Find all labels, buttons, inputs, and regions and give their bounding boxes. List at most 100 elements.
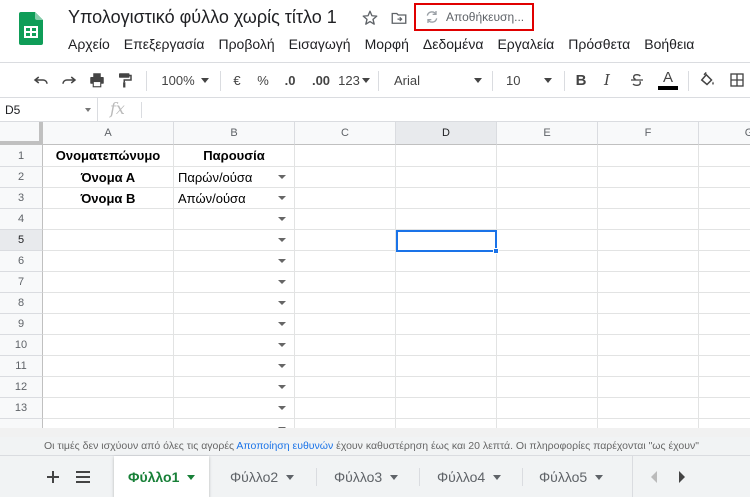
dropdown-arrow-icon[interactable] xyxy=(278,217,286,221)
cell[interactable] xyxy=(497,398,598,419)
dropdown-arrow-icon[interactable] xyxy=(278,406,286,410)
cell[interactable] xyxy=(396,398,497,419)
dropdown-arrow-icon[interactable] xyxy=(278,196,286,200)
cell[interactable] xyxy=(598,398,699,419)
cell[interactable] xyxy=(497,188,598,209)
column-header-e[interactable]: E xyxy=(497,122,598,145)
column-header-c[interactable]: C xyxy=(295,122,396,145)
row-header[interactable]: 9 xyxy=(0,314,43,335)
text-color-button[interactable]: A xyxy=(656,63,680,97)
dropdown-arrow-icon[interactable] xyxy=(278,343,286,347)
move-to-folder-icon[interactable] xyxy=(389,8,409,28)
cell[interactable] xyxy=(699,167,750,188)
borders-icon[interactable] xyxy=(726,63,748,97)
cell[interactable] xyxy=(598,145,699,167)
cell[interactable] xyxy=(396,293,497,314)
cell[interactable] xyxy=(295,398,396,419)
row-header[interactable]: 12 xyxy=(0,377,43,398)
active-cell-selection[interactable] xyxy=(396,230,499,254)
cell[interactable] xyxy=(43,377,174,398)
cell[interactable] xyxy=(598,272,699,293)
row-header[interactable]: 13 xyxy=(0,398,43,419)
cell[interactable] xyxy=(295,335,396,356)
redo-icon[interactable] xyxy=(58,63,80,97)
add-sheet-button[interactable] xyxy=(42,466,64,488)
menu-insert[interactable]: Εισαγωγή xyxy=(289,35,358,53)
cell[interactable] xyxy=(396,251,497,272)
print-icon[interactable] xyxy=(86,63,108,97)
cell[interactable] xyxy=(699,398,750,419)
star-icon[interactable] xyxy=(360,8,380,28)
dropdown-arrow-icon[interactable] xyxy=(278,301,286,305)
cell[interactable] xyxy=(43,251,174,272)
cell[interactable] xyxy=(598,167,699,188)
formula-input[interactable] xyxy=(148,98,750,122)
cell[interactable] xyxy=(699,209,750,230)
menu-tools[interactable]: Εργαλεία xyxy=(497,35,561,53)
row-header[interactable]: 7 xyxy=(0,272,43,293)
cell[interactable] xyxy=(396,209,497,230)
decrease-decimal-button[interactable]: .0 xyxy=(280,63,300,97)
cell[interactable] xyxy=(497,145,598,167)
cell[interactable] xyxy=(396,356,497,377)
dropdown-cell[interactable] xyxy=(174,230,295,251)
cell[interactable] xyxy=(497,293,598,314)
italic-button[interactable]: I xyxy=(598,63,616,97)
dropdown-cell[interactable] xyxy=(174,251,295,272)
dropdown-arrow-icon[interactable] xyxy=(278,259,286,263)
sheet-tab-1[interactable]: Φύλλο1 xyxy=(114,456,210,497)
cell[interactable] xyxy=(295,272,396,293)
row-header[interactable]: 5 xyxy=(0,230,43,251)
cell[interactable] xyxy=(43,230,174,251)
cell[interactable] xyxy=(497,314,598,335)
cell[interactable] xyxy=(497,251,598,272)
cell[interactable] xyxy=(598,188,699,209)
cell-attendance[interactable]: Παρών/ούσα xyxy=(174,167,295,188)
cell-header-name[interactable]: Ονοματεπώνυμο xyxy=(43,145,174,167)
cell[interactable] xyxy=(598,377,699,398)
disclaimer-link[interactable]: Αποποίηση ευθυνών xyxy=(236,440,333,452)
font-select[interactable]: Arial xyxy=(390,63,486,97)
row-header[interactable]: 4 xyxy=(0,209,43,230)
cell[interactable] xyxy=(396,145,497,167)
fill-color-icon[interactable] xyxy=(696,63,718,97)
cell[interactable] xyxy=(598,293,699,314)
cell[interactable] xyxy=(598,314,699,335)
cell-attendance[interactable]: Απών/ούσα xyxy=(174,188,295,209)
column-header-d[interactable]: D xyxy=(396,122,497,145)
menu-file[interactable]: Αρχείο xyxy=(68,35,117,53)
cell[interactable] xyxy=(699,356,750,377)
cell[interactable] xyxy=(295,209,396,230)
menu-addons[interactable]: Πρόσθετα xyxy=(568,35,637,53)
cell[interactable] xyxy=(497,167,598,188)
cell[interactable] xyxy=(295,251,396,272)
cell[interactable] xyxy=(295,293,396,314)
cell[interactable] xyxy=(396,314,497,335)
dropdown-cell[interactable] xyxy=(174,398,295,419)
paint-format-icon[interactable] xyxy=(114,63,136,97)
cell[interactable] xyxy=(497,356,598,377)
dropdown-cell[interactable] xyxy=(174,356,295,377)
more-formats-select[interactable]: 123 xyxy=(338,63,370,97)
cell[interactable] xyxy=(295,356,396,377)
cell[interactable] xyxy=(598,356,699,377)
dropdown-cell[interactable] xyxy=(174,314,295,335)
currency-format-button[interactable]: € xyxy=(228,63,246,97)
row-header[interactable]: 10 xyxy=(0,335,43,356)
scroll-tabs-right-button[interactable] xyxy=(671,466,693,488)
undo-icon[interactable] xyxy=(30,63,52,97)
dropdown-cell[interactable] xyxy=(174,335,295,356)
row-header[interactable]: 11 xyxy=(0,356,43,377)
cell[interactable] xyxy=(497,272,598,293)
sheet-tab-2[interactable]: Φύλλο2 xyxy=(216,456,308,497)
cell[interactable] xyxy=(497,335,598,356)
fill-handle[interactable] xyxy=(493,248,499,254)
cell[interactable] xyxy=(598,335,699,356)
cell[interactable] xyxy=(699,251,750,272)
cell[interactable] xyxy=(699,335,750,356)
cell[interactable] xyxy=(43,335,174,356)
select-all-corner[interactable] xyxy=(0,122,43,145)
dropdown-arrow-icon[interactable] xyxy=(278,238,286,242)
cell[interactable] xyxy=(699,272,750,293)
dropdown-arrow-icon[interactable] xyxy=(278,175,286,179)
